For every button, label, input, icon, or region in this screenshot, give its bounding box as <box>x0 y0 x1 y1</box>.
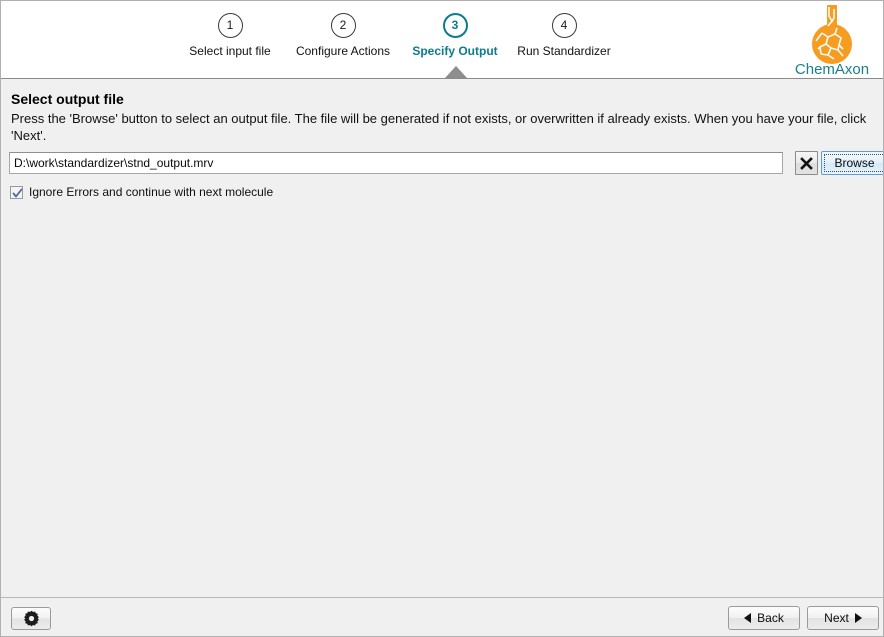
browse-button-label: Browse <box>834 156 875 170</box>
clear-path-button[interactable] <box>795 151 818 175</box>
settings-button[interactable] <box>11 607 51 630</box>
next-button[interactable]: Next <box>807 606 879 630</box>
chemaxon-logo: ChemAxon <box>785 3 879 77</box>
ignore-errors-checkbox-row[interactable]: Ignore Errors and continue with next mol… <box>10 184 273 200</box>
wizard-content-panel: Select output file Press the 'Browse' bu… <box>1 80 883 598</box>
step-label: Run Standardizer <box>517 44 611 58</box>
ignore-errors-checkbox[interactable] <box>10 185 23 199</box>
page-title: Select output file <box>11 91 124 107</box>
wizard-footer: Back Next <box>1 599 883 636</box>
step-number-badge: 3 <box>442 13 468 38</box>
back-button-label: Back <box>757 611 784 625</box>
triangle-right-icon <box>854 613 862 623</box>
standardizer-wizard-window: 1 Select input file 2 Configure Actions … <box>0 0 884 637</box>
step-number-badge: 1 <box>217 13 243 38</box>
gear-icon <box>23 610 39 627</box>
output-file-path-input[interactable] <box>9 152 783 174</box>
output-file-row: Browse <box>9 151 883 175</box>
browse-button[interactable]: Browse <box>821 151 883 175</box>
page-description: Press the 'Browse' button to select an o… <box>11 111 867 143</box>
active-step-pointer-icon <box>445 66 467 78</box>
step-number-badge: 2 <box>330 13 356 38</box>
wizard-step-list: 1 Select input file 2 Configure Actions … <box>1 1 701 79</box>
ignore-errors-label: Ignore Errors and continue with next mol… <box>29 185 274 199</box>
triangle-left-icon <box>744 613 752 623</box>
close-icon <box>800 156 813 170</box>
step-number-badge: 4 <box>551 13 577 38</box>
svg-text:ChemAxon: ChemAxon <box>795 61 869 77</box>
back-button[interactable]: Back <box>728 606 800 630</box>
next-button-label: Next <box>824 611 849 625</box>
wizard-step-run-standardizer[interactable]: 4 Run Standardizer <box>479 13 649 58</box>
check-icon <box>12 188 23 197</box>
wizard-header: 1 Select input file 2 Configure Actions … <box>1 1 883 79</box>
